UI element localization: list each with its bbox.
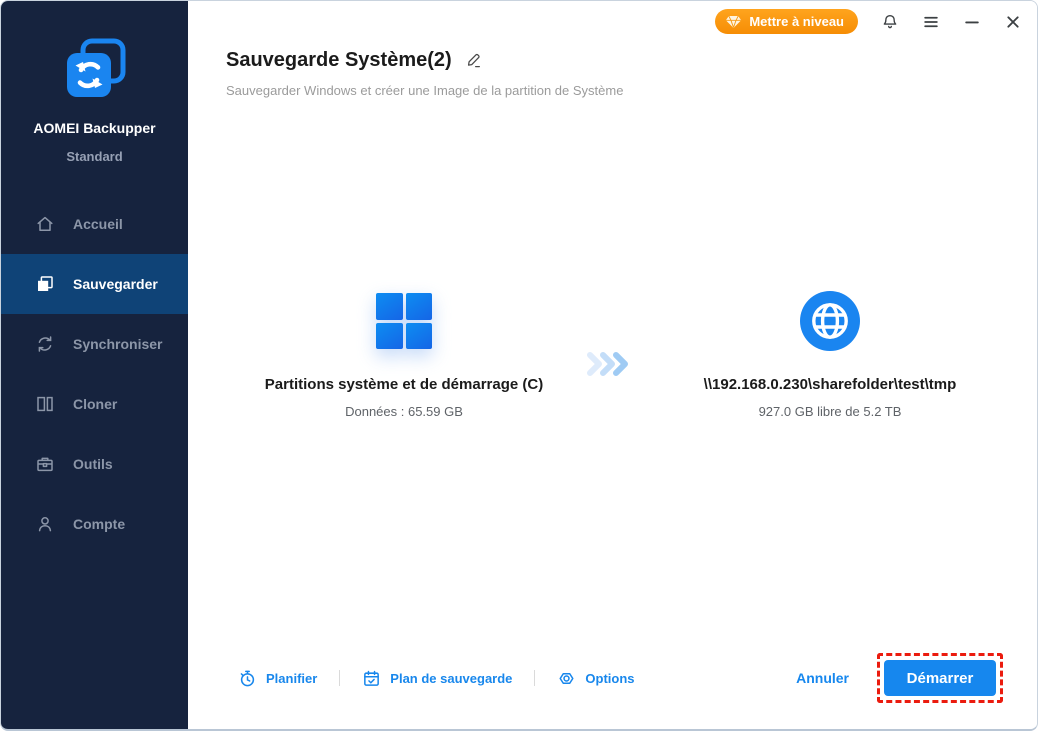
source-name: Partitions système et de démarrage (C) <box>264 376 544 393</box>
windows-logo-icon <box>376 293 432 349</box>
close-icon[interactable] <box>1004 13 1022 31</box>
destination-detail: 927.0 GB libre de 5.2 TB <box>758 404 902 419</box>
footer-divider <box>339 670 341 686</box>
sidebar-item-sauvegarder[interactable]: Sauvegarder <box>1 254 188 314</box>
sidebar-item-cloner[interactable]: Cloner <box>1 374 188 434</box>
backup-scheme-link[interactable]: Plan de sauvegarde <box>362 669 512 688</box>
upgrade-button[interactable]: Mettre à niveau <box>715 9 858 34</box>
highlight-dashed-border: Démarrer <box>877 653 1003 703</box>
toolbox-icon <box>37 457 53 472</box>
stopwatch-icon <box>240 670 255 686</box>
sidebar-item-label: Accueil <box>73 216 123 232</box>
diamond-icon <box>726 15 742 28</box>
options-hex-icon <box>559 672 574 684</box>
network-globe-icon <box>800 291 860 351</box>
brand-name: AOMEI Backupper <box>33 120 156 136</box>
backup-icon <box>38 276 53 291</box>
options-link[interactable]: Options <box>557 669 635 688</box>
brand: AOMEI Backupper Standard <box>1 1 188 164</box>
footer-divider <box>534 670 536 686</box>
page-subtitle: Sauvegarder Windows et créer une Image d… <box>226 83 624 98</box>
source-detail: Données : 65.59 GB <box>345 404 463 419</box>
destination-name: \\192.168.0.230\sharefolder\test\tmp <box>703 376 957 393</box>
aomei-backupper-window: AOMEI Backupper Standard Accueil Sauvega… <box>0 0 1038 731</box>
edit-icon[interactable] <box>465 52 482 69</box>
notifications-icon[interactable] <box>881 13 899 31</box>
page-header: Sauvegarde Système(2) Sauvegarder Window… <box>226 49 623 98</box>
backup-scheme-label: Plan de sauvegarde <box>390 670 513 686</box>
calendar-check-icon <box>364 670 380 686</box>
clone-icon <box>37 396 53 412</box>
sidebar-item-label: Compte <box>73 516 126 532</box>
page-title: Sauvegarde Système(2) <box>226 49 452 71</box>
flow-arrow-icon <box>586 351 632 382</box>
sidebar-nav: Accueil Sauvegarder Synchroniser Cloner … <box>1 194 188 554</box>
sidebar-item-outils[interactable]: Outils <box>1 434 188 494</box>
aomei-logo-icon <box>66 38 125 97</box>
backup-source[interactable]: Partitions système et de démarrage (C) D… <box>188 291 620 419</box>
upgrade-label: Mettre à niveau <box>749 14 844 29</box>
main-panel: Mettre à niveau Sauvegarde Système(2) Sa… <box>188 1 1037 729</box>
cancel-button[interactable]: Annuler <box>796 670 849 686</box>
sidebar-item-compte[interactable]: Compte <box>1 494 188 554</box>
topbar: Mettre à niveau <box>715 9 1022 34</box>
sidebar-item-label: Outils <box>73 456 113 472</box>
brand-edition: Standard <box>66 149 123 164</box>
account-icon <box>38 517 52 532</box>
schedule-link[interactable]: Planifier <box>238 669 317 688</box>
sidebar-item-accueil[interactable]: Accueil <box>1 194 188 254</box>
menu-icon[interactable] <box>922 13 940 31</box>
sidebar-item-label: Synchroniser <box>73 336 163 352</box>
home-icon <box>37 216 53 231</box>
sync-icon <box>38 336 52 352</box>
sidebar-item-label: Cloner <box>73 396 118 412</box>
backup-destination[interactable]: \\192.168.0.230\sharefolder\test\tmp 927… <box>634 291 1026 419</box>
sidebar-item-label: Sauvegarder <box>73 276 158 292</box>
sidebar-item-synchroniser[interactable]: Synchroniser <box>1 314 188 374</box>
footer-bar: Planifier Plan de sauvegarde Options Ann… <box>238 649 1003 707</box>
schedule-label: Planifier <box>266 670 318 686</box>
sidebar: AOMEI Backupper Standard Accueil Sauvega… <box>1 1 188 729</box>
minimize-icon[interactable] <box>963 13 981 31</box>
options-label: Options <box>585 670 635 686</box>
start-button[interactable]: Démarrer <box>884 660 996 696</box>
